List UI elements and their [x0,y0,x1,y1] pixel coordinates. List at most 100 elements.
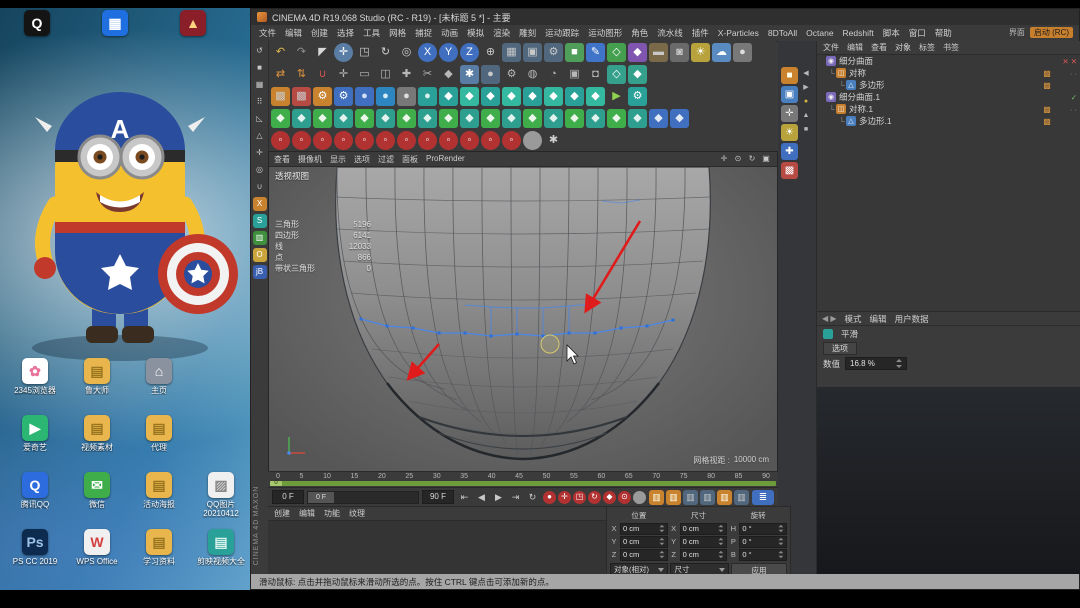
toolbar-icon[interactable]: ◘ [586,65,605,84]
toolbar-icon[interactable]: ⚙ [334,86,353,106]
palette-icon[interactable]: ▩ [781,162,798,179]
object-row[interactable]: ◉ 细分曲面 ✕ ✕ [817,55,1080,67]
toolbar-icon[interactable]: ⚙ [544,42,563,62]
om-menu-item[interactable]: 标签 [919,42,935,53]
toolbar-icon[interactable]: ⚙ [628,86,647,106]
toolbar-icon[interactable]: ◆ [418,108,437,128]
attr-menu-item[interactable]: 模式 [845,313,862,325]
desktop-icon[interactable]: Q [6,10,68,38]
material-menu-item[interactable]: 纹理 [349,508,365,519]
toolbar-icon[interactable]: ◦ [376,130,395,150]
toolbar-icon[interactable]: ◇ [607,42,626,62]
desktop-icon[interactable]: Ps PS CC 2019 [4,529,66,586]
menu-item[interactable]: 工具 [363,27,380,39]
toolbar-icon[interactable]: ◆ [460,108,479,128]
toolbar-icon[interactable]: ◆ [649,108,668,128]
interface-value[interactable]: 启动 (RC) [1029,27,1073,38]
toolbar-icon[interactable]: ◆ [586,86,605,106]
toolbar-icon[interactable]: ◆ [565,108,584,128]
mode-tool-icon[interactable]: X [252,197,267,211]
palette-icon[interactable]: ▲ [800,109,812,121]
mode-tool-icon[interactable]: ◺ [253,112,267,126]
toolbar-icon[interactable]: ◆ [544,108,563,128]
desktop-icon[interactable]: ⌂ 主页 [128,358,190,415]
desktop-icon[interactable]: ▲ [162,10,224,38]
toolbar-icon[interactable]: ◎ [397,43,416,62]
palette-icon[interactable]: ✚ [781,143,798,160]
palette-icon[interactable]: ■ [800,123,812,135]
object-label[interactable]: 对称.1 [849,103,1041,115]
menu-item[interactable]: 编辑 [285,27,302,39]
toolbar-icon[interactable]: ◆ [523,86,542,106]
toolbar-icon[interactable]: ↷ [292,43,311,62]
object-visibility-dots[interactable]: · · [1053,69,1077,78]
menu-item[interactable]: 流水线 [657,27,683,39]
toolbar-icon[interactable]: ▭ [355,65,374,84]
toolbar-icon[interactable]: ✱ [544,131,563,150]
om-menu-item[interactable]: 查看 [871,42,887,53]
toolbar-icon[interactable]: Z [460,42,479,62]
viewport-menu-item[interactable]: ProRender [426,154,465,165]
extra-icon[interactable]: ▥ [649,489,664,505]
desktop-icon[interactable]: ▤ 活动海报 [128,472,190,529]
viewport-menu-item[interactable]: 查看 [274,154,290,165]
desktop-icon[interactable]: ▤ 鲁大师 [66,358,128,415]
rotation-field[interactable]: 0 ° [739,548,788,561]
toolbar-icon[interactable]: ◆ [292,108,311,128]
current-frame-marker[interactable]: 0 [270,480,282,486]
timeline-ruler[interactable]: 0 5 10 15 20 25 30 35 40 45 50 55 60 65 70 75 80 85 90 0 [268,471,778,487]
om-menu-item[interactable]: 编辑 [847,42,863,53]
toolbar-icon[interactable]: ⚙ [502,65,521,84]
viewport-canvas[interactable]: 透视视图 三角形 5196 四边形 6141 线 12033 点 866 带状三角形 0 [269,167,777,471]
toolbar-icon[interactable]: ◆ [355,108,374,128]
record-key-icon[interactable]: ◳ [573,490,586,504]
position-field[interactable]: 0 cm [620,535,668,548]
menu-item[interactable]: 角色 [631,27,648,39]
menu-item[interactable]: 动画 [441,27,458,39]
toolbar-icon[interactable]: ◆ [628,42,647,62]
desktop-icon[interactable]: ▦ [84,10,146,38]
end-frame-field[interactable]: 90 F [422,490,454,504]
toolbar-icon[interactable]: ⇄ [271,65,290,84]
rotation-field[interactable]: 0 ° [739,535,788,548]
toolbar-icon[interactable]: ✱ [460,64,479,84]
spinner-icon[interactable] [895,359,903,368]
om-menu-item[interactable]: 书签 [943,42,959,53]
view-control-icon[interactable]: ⊙ [732,153,744,165]
material-menu-item[interactable]: 编辑 [299,508,315,519]
size-field[interactable]: 0 cm [679,522,728,535]
object-tag-icon[interactable]: ▩ [1041,117,1053,126]
view-control-icon[interactable]: ▣ [760,153,772,165]
toolbar-icon[interactable]: ◆ [502,108,521,128]
toolbar-icon[interactable]: ◦ [355,130,374,150]
object-tag-icon[interactable]: ▩ [1041,105,1053,114]
timeline-panel-button[interactable]: ≣ [752,489,774,505]
mode-tool-icon[interactable]: ■ [253,61,267,75]
record-key-icon[interactable]: ◆ [603,490,616,504]
record-key-icon[interactable]: ↻ [588,490,601,504]
toolbar-icon[interactable]: ☀ [691,42,710,62]
playback-icon[interactable]: ◀ [474,490,489,505]
object-row[interactable]: └ △ 多边形 ▩ [817,79,1080,91]
object-row[interactable]: └ △ 多边形.1 ▩ [817,115,1080,127]
toolbar-icon[interactable]: ◆ [439,108,458,128]
toolbar-icon[interactable]: ● [355,86,374,106]
menu-item[interactable]: 创建 [311,27,328,39]
attr-tab-options[interactable]: 选项 [823,342,857,355]
object-row[interactable]: ◉ 细分曲面.1 ✓ [817,91,1080,103]
mode-tool-icon[interactable]: ✛ [253,146,267,160]
toolbar-icon[interactable]: ◆ [670,108,689,128]
toolbar-icon[interactable]: ☁ [712,42,731,62]
object-visibility-dots[interactable]: ✓ [1053,93,1077,102]
om-menu-item[interactable]: 文件 [823,42,839,53]
object-row[interactable]: └ ◫ 对称.1 ▩ · · [817,103,1080,115]
record-key-icon[interactable] [633,490,646,504]
mode-tool-icon[interactable]: jB [252,265,267,279]
toolbar-icon[interactable]: ↶ [271,43,290,62]
size-field[interactable]: 0 cm [679,535,728,548]
toolbar-icon[interactable]: Y [439,42,458,62]
toolbar-icon[interactable]: ◳ [355,43,374,62]
menu-item[interactable]: Redshift [843,28,874,38]
viewport[interactable]: 查看 摄像机 显示 选项 过滤 面板 ProRender ✛ ⊙ ↻ ▣ 透视视… [268,151,778,471]
toolbar-icon[interactable]: ✂ [418,65,437,84]
